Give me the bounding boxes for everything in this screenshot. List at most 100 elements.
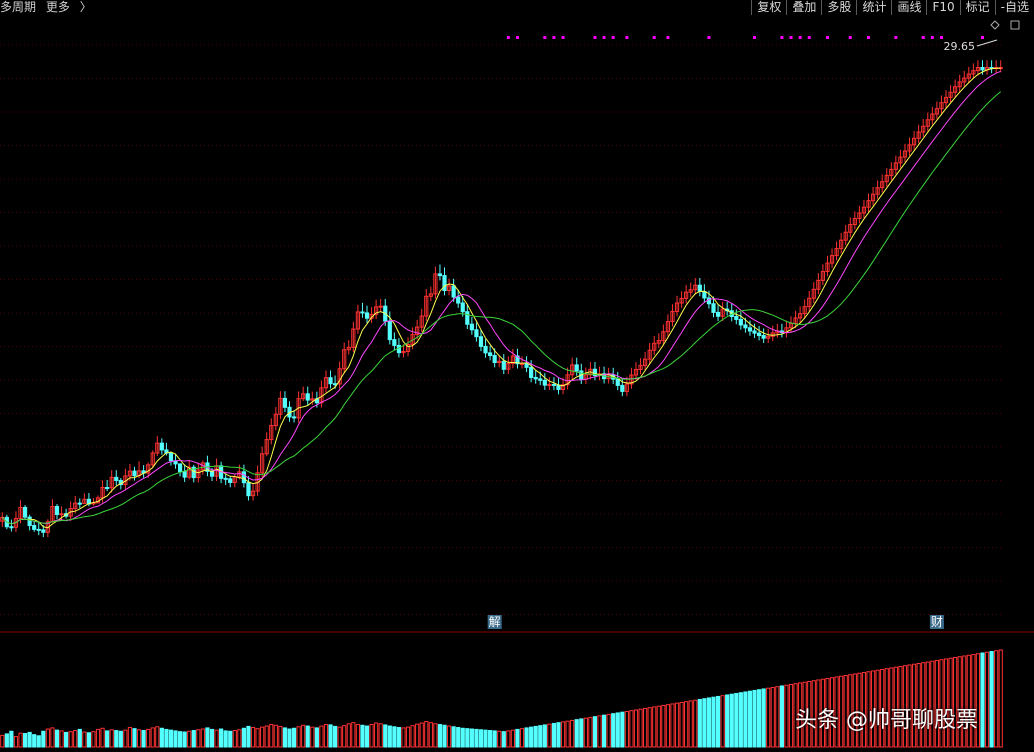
candle-body xyxy=(460,302,465,313)
signal-dot xyxy=(602,36,606,39)
period-label[interactable]: 多周期 xyxy=(0,0,36,14)
volume-bar xyxy=(980,652,985,748)
toolbar: 复权 叠加 多股 统计 画线 F10 标记 -自选 xyxy=(751,0,1034,15)
volume-bar xyxy=(437,724,443,748)
volume-bar xyxy=(729,693,734,748)
volume-bar xyxy=(351,722,356,748)
volume-bar xyxy=(510,729,515,748)
volume-bar xyxy=(136,729,142,748)
candle-body xyxy=(488,352,493,357)
volume-bar xyxy=(4,733,9,748)
volume-bar xyxy=(747,690,753,748)
volume-bar xyxy=(378,723,383,748)
volume-bar xyxy=(150,727,155,748)
volume-bar xyxy=(465,728,470,748)
candle-body xyxy=(734,316,739,320)
candle-body xyxy=(223,477,228,480)
volume-bar xyxy=(693,699,698,748)
volume-bar xyxy=(715,695,721,748)
volume-bar xyxy=(725,694,730,748)
candle-body xyxy=(542,379,547,386)
signal-dot xyxy=(848,36,852,39)
volume-bar xyxy=(73,730,78,748)
signal-dot xyxy=(980,36,984,39)
volume-bar xyxy=(337,726,342,748)
volume-bar xyxy=(442,724,447,748)
volume-bar xyxy=(419,722,424,748)
watchlist-button[interactable]: -自选 xyxy=(994,0,1034,15)
volume-bar xyxy=(734,692,739,748)
kline-chart[interactable]: 解财 29.65 xyxy=(0,15,1034,752)
signal-dot xyxy=(593,36,597,39)
volume-bar xyxy=(68,731,73,748)
volume-bar xyxy=(570,719,575,748)
volume-bar xyxy=(50,727,55,748)
volume-bar xyxy=(296,726,301,748)
volume-bar xyxy=(305,725,310,748)
volume-bar xyxy=(565,720,570,748)
volume-bar xyxy=(779,685,784,748)
volume-bar xyxy=(146,728,151,748)
volume-bar xyxy=(433,723,438,748)
volume-bar xyxy=(643,707,648,748)
candle-body xyxy=(551,383,557,386)
more-menu[interactable]: 更多 〉 xyxy=(46,0,98,14)
volume-bar xyxy=(173,730,178,748)
candle-body xyxy=(761,335,766,339)
volume-bar xyxy=(638,708,643,748)
volume-bar xyxy=(141,730,146,748)
volume-bar xyxy=(32,734,37,748)
volume-bar xyxy=(364,725,370,748)
volume-bar xyxy=(355,724,360,748)
volume-bar xyxy=(205,727,210,748)
fuquan-button[interactable]: 复权 xyxy=(751,0,786,15)
signal-dot xyxy=(625,36,629,39)
volume-bar xyxy=(54,729,60,748)
overlay-button[interactable]: 叠加 xyxy=(786,0,821,15)
volume-bar xyxy=(720,695,725,748)
candle-body xyxy=(702,290,707,299)
last-price-label: 29.65 xyxy=(944,40,976,53)
signal-dot xyxy=(867,36,871,39)
volume-bar xyxy=(18,732,23,748)
volume-bar xyxy=(237,729,242,748)
candle-body xyxy=(620,384,625,392)
candlesticks xyxy=(0,60,1003,538)
volume-bar xyxy=(232,730,237,748)
candle-body xyxy=(483,345,488,354)
volume-bar xyxy=(332,725,338,748)
volume-bar xyxy=(998,649,1003,748)
volume-bar xyxy=(674,702,680,748)
volume-bar xyxy=(784,684,789,748)
volume-bar xyxy=(346,723,351,748)
candle-body xyxy=(228,478,233,483)
volume-bar xyxy=(775,686,780,748)
candle-body xyxy=(474,329,479,338)
signal-dot xyxy=(515,36,519,39)
f10-button[interactable]: F10 xyxy=(926,0,959,15)
candle-body xyxy=(246,482,251,497)
candle-body xyxy=(114,476,119,482)
volume-bar xyxy=(706,697,712,748)
volume-bar xyxy=(401,727,406,748)
volume-bar xyxy=(601,714,607,748)
volume-bar xyxy=(410,725,415,748)
volume-bar xyxy=(269,724,274,748)
multi-stock-button[interactable]: 多股 xyxy=(821,0,856,15)
signal-dot xyxy=(666,36,670,39)
signal-dot xyxy=(652,36,656,39)
chevron-right-icon: 〉 xyxy=(79,0,92,14)
volume-bar xyxy=(219,728,224,748)
volume-bar xyxy=(483,729,488,748)
volume-bar xyxy=(456,727,461,748)
draw-line-button[interactable]: 画线 xyxy=(891,0,926,15)
volume-bar xyxy=(661,704,666,748)
period-selector[interactable]: 多周期 更多 〉 xyxy=(0,0,104,14)
volume-bar xyxy=(155,726,160,748)
mark-button[interactable]: 标记 xyxy=(959,0,995,15)
statistics-button[interactable]: 统计 xyxy=(856,0,891,15)
volume-bar xyxy=(132,728,137,748)
candle-body xyxy=(77,502,82,505)
volume-bar xyxy=(647,707,652,748)
signal-dot xyxy=(798,36,802,39)
